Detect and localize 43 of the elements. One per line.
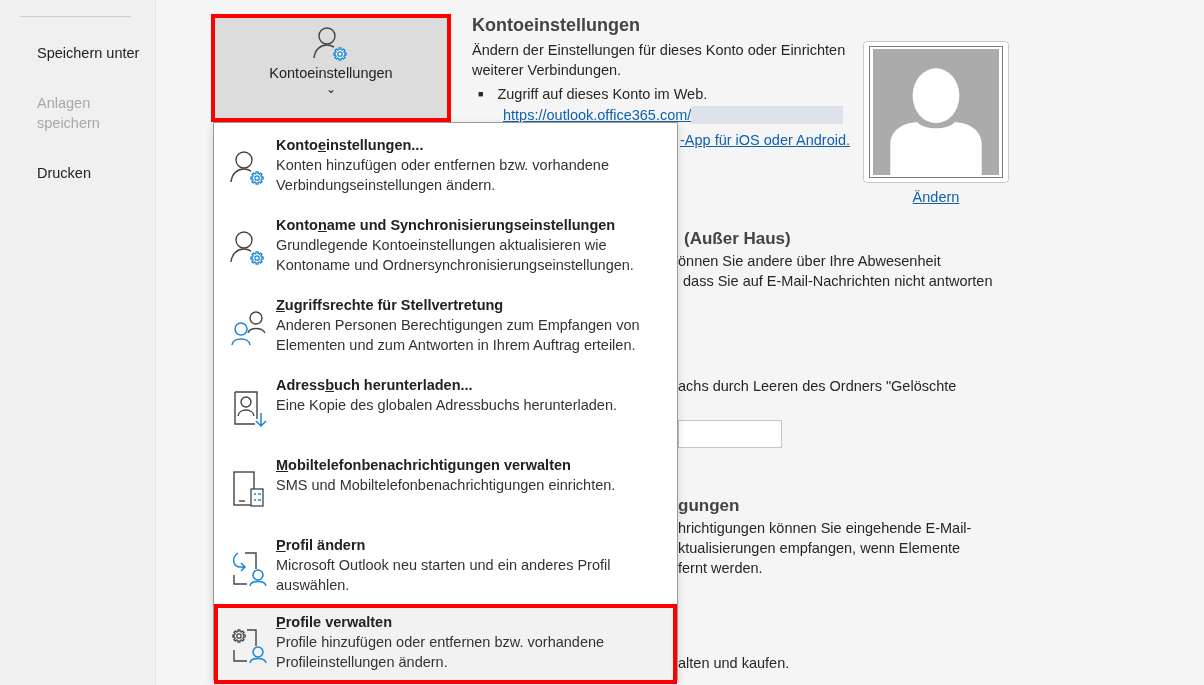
menu-item[interactable]: Adressbuch herunterladen... Eine Kopie des globalen Adressbuchs herunterladen.	[214, 367, 677, 447]
section-text: hrichtigungen können Sie eingehende E-Mail-	[678, 519, 972, 538]
menu-item-title: Profile verwalten	[276, 613, 394, 632]
app-link[interactable]: -App für iOS oder Android.	[680, 132, 851, 148]
sidebar-item[interactable]: Speichern unter	[0, 43, 147, 63]
menu-item-description: Anderen Personen Berechtigungen zum Empfangen von Elementen und zum Antworten in Ihrem Auftrag erteilen.	[276, 316, 641, 355]
bullet-icon: ■	[478, 84, 484, 104]
menu-item-title: Profil ändern	[276, 536, 367, 555]
sidebar-item[interactable]: Drucken	[0, 163, 147, 183]
menu-item-title: Adressbuch herunterladen...	[276, 376, 474, 395]
menu-item-description: Profile hinzufügen oder entfernen bzw. vorhandene Profileinstellungen ändern.	[276, 633, 606, 672]
section-heading: Kontoeinstellungen	[472, 14, 641, 37]
section-description: Ändern der Einstellungen für dieses Konto oder Einrichten weiterer Verbindungen.	[472, 41, 847, 80]
menu-item-description: Grundlegende Kontoeinstellungen aktualisieren wie Kontoname und Ordnersynchronisierungseinstellungen.	[276, 236, 635, 275]
menu-item[interactable]: Kontoname und Synchronisierungseinstellungen Grundlegende Kontoeinstellungen aktualisieren wie Kontoname und Ordnersynchronisierungseinstellungen.	[214, 207, 677, 287]
menu-item-title: Mobiltelefonbenachrichtigungen verwalten	[276, 456, 572, 475]
section-text: achs durch Leeren des Ordners "Gelöschte	[678, 377, 957, 396]
menu-item[interactable]: Kontoeinstellungen... Konten hinzufügen oder entfernen bzw. vorhandene Verbindungseinstellungen ändern.	[214, 127, 677, 207]
avatar-icon	[870, 47, 1002, 177]
input-field[interactable]	[678, 420, 782, 448]
change-photo-link[interactable]: Ändern	[912, 189, 960, 205]
web-link[interactable]: https://outlook.office365.com/	[503, 107, 692, 123]
bullet-text: Zugriff auf dieses Konto im Web.	[497, 85, 708, 104]
menu-item-title: Kontoname und Synchronisierungseinstellungen	[276, 216, 617, 235]
profile-gear-icon	[229, 626, 269, 666]
section-text: alten und kaufen.	[678, 654, 790, 673]
menu-item[interactable]: Zugriffsrechte für Stellvertretung Anderen Personen Berechtigungen zum Empfangen von Elementen und zum Antworten in Ihrem Auftrag erteilen.	[214, 287, 677, 367]
menu-item[interactable]: Profil ändern Microsoft Outlook neu starten und ein anderes Profil auswählen.	[214, 527, 677, 607]
menu-item-title: Kontoeinstellungen...	[276, 136, 425, 155]
account-settings-button[interactable]: Kontoeinstellungen ⌄	[211, 14, 451, 122]
section-text: fernt werden.	[678, 559, 763, 578]
section-text: önnen Sie andere über Ihre Abwesenheit	[678, 252, 941, 271]
menu-item-description: SMS und Mobiltelefonbenachrichtigungen einrichten.	[276, 476, 616, 495]
menu-item-title: Zugriffsrechte für Stellvertretung	[276, 296, 505, 315]
section-text: ktualisierungen empfangen, wenn Elemente	[678, 539, 961, 558]
section-text: dass Sie auf E-Mail-Nachrichten nicht antworten	[682, 272, 993, 291]
menu-item-description: Konten hinzufügen oder entfernen bzw. vorhandene Verbindungseinstellungen ändern.	[276, 156, 610, 195]
section-heading: gungen	[678, 495, 740, 517]
menu-item-description: Eine Kopie des globalen Adressbuchs herunterladen.	[276, 396, 617, 415]
menu-item[interactable]: Profile verwalten Profile hinzufügen oder entfernen bzw. vorhandene Profileinstellungen ändern.	[214, 604, 677, 684]
menu-item-description: Microsoft Outlook neu starten und ein anderes Profil auswählen.	[276, 556, 612, 595]
menu-item[interactable]: Mobiltelefonbenachrichtigungen verwalten SMS und Mobiltelefonbenachrichtigungen einrichten.	[214, 447, 677, 527]
section-heading: (Außer Haus)	[684, 228, 791, 250]
